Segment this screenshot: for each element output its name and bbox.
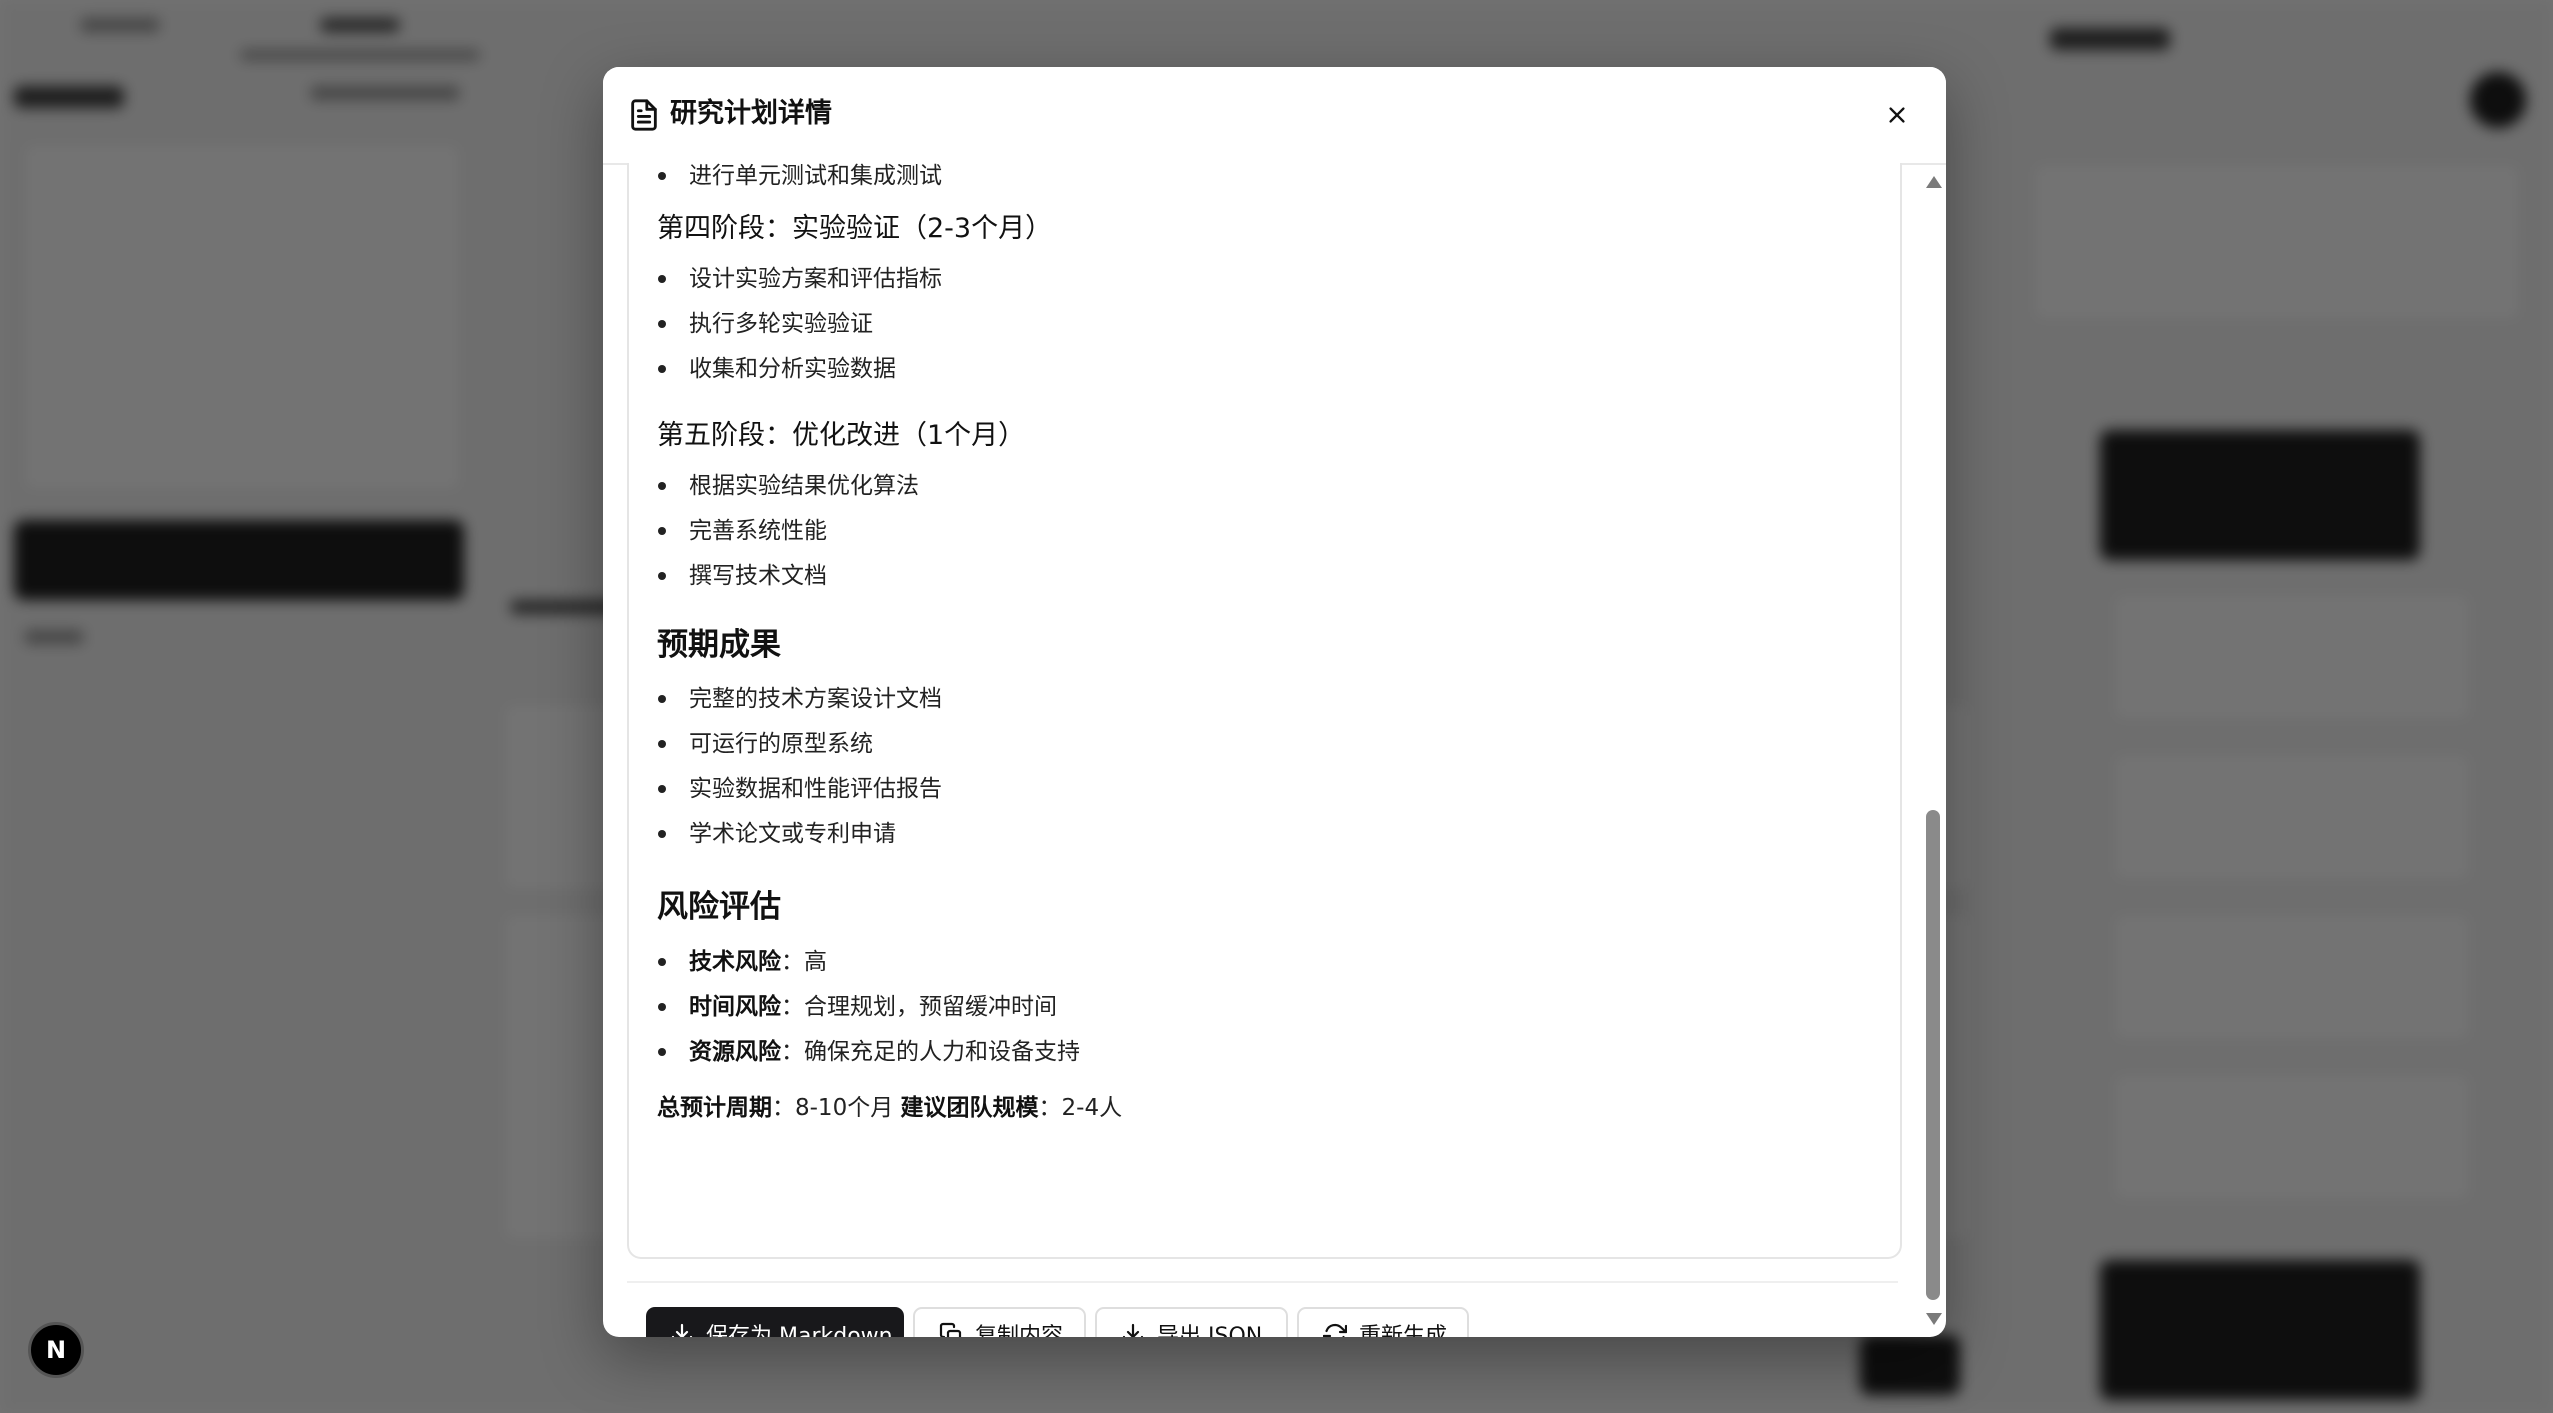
list-item: 时间风险：合理规划，预留缓冲时间	[658, 991, 1057, 1023]
list-item-text: 完善系统性能	[689, 518, 827, 544]
copy-content-button[interactable]: 复制内容	[913, 1307, 1086, 1337]
risk-value: ：确保充足的人力和设备支持	[781, 1039, 1080, 1065]
list-item: 完整的技术方案设计文档	[658, 683, 942, 715]
list-item-text: 设计实验方案和评估指标	[689, 266, 942, 292]
list-item: 实验数据和性能评估报告	[658, 773, 942, 805]
bullet	[658, 527, 666, 535]
list-item-text: 完整的技术方案设计文档	[689, 686, 942, 712]
modal-header: 研究计划详情	[603, 67, 1946, 165]
bullet	[658, 695, 666, 703]
document-icon	[631, 99, 657, 131]
research-plan-modal: 研究计划详情 进行单元测试和集成测试 第四阶段：实验验证（2-3个月） 设计实验…	[603, 67, 1946, 1337]
outcomes-heading: 预期成果	[657, 627, 781, 663]
nextjs-logo-icon: N	[45, 1336, 67, 1364]
bullet	[658, 740, 666, 748]
list-item: 根据实验结果优化算法	[658, 470, 919, 502]
bullet	[658, 830, 666, 838]
period-value: ：8-10个月	[772, 1095, 901, 1121]
close-icon	[1889, 107, 1905, 123]
list-item: 设计实验方案和评估指标	[658, 263, 942, 295]
risk-value: ：高	[781, 949, 827, 975]
bullet	[658, 572, 666, 580]
list-item-text: 根据实验结果优化算法	[689, 473, 919, 499]
plan-content: 进行单元测试和集成测试 第四阶段：实验验证（2-3个月） 设计实验方案和评估指标…	[627, 163, 1902, 1259]
plan-summary: 总预计周期：8-10个月 建议团队规模：2-4人	[657, 1092, 1122, 1124]
copy-icon	[939, 1322, 962, 1337]
download-icon	[671, 1323, 693, 1337]
team-value: ：2-4人	[1038, 1095, 1123, 1121]
bullet	[658, 482, 666, 490]
export-json-label: 导出 JSON	[1157, 1324, 1263, 1337]
scroll-down-arrow-icon[interactable]	[1926, 1313, 1942, 1325]
list-item: 可运行的原型系统	[658, 728, 873, 760]
period-label: 总预计周期	[657, 1095, 772, 1121]
bullet	[658, 275, 666, 283]
list-item: 技术风险：高	[658, 946, 827, 978]
footer-divider	[627, 1281, 1898, 1283]
bullet	[658, 172, 666, 180]
list-item-text: 收集和分析实验数据	[689, 356, 896, 382]
scroll-up-arrow-icon[interactable]	[1926, 176, 1942, 188]
team-label: 建议团队规模	[900, 1095, 1039, 1121]
scrollbar[interactable]	[1920, 170, 1946, 1337]
save-markdown-button[interactable]: 保存为 Markdown	[646, 1307, 904, 1337]
regenerate-label: 重新生成	[1359, 1324, 1448, 1337]
scrollbar-thumb[interactable]	[1926, 810, 1940, 1300]
download-icon	[1122, 1323, 1144, 1337]
list-item: 执行多轮实验验证	[658, 308, 873, 340]
list-item: 撰写技术文档	[658, 560, 827, 592]
close-button[interactable]	[1879, 97, 1915, 133]
list-item-text: 执行多轮实验验证	[689, 311, 873, 337]
list-item: 收集和分析实验数据	[658, 353, 896, 385]
risk-label: 时间风险	[689, 994, 781, 1020]
risk-value: ：合理规划，预留缓冲时间	[781, 994, 1057, 1020]
bullet	[658, 365, 666, 373]
bullet	[658, 1048, 666, 1056]
refresh-icon	[1323, 1323, 1347, 1337]
export-json-button[interactable]: 导出 JSON	[1095, 1307, 1288, 1337]
regenerate-button[interactable]: 重新生成	[1297, 1307, 1469, 1337]
list-item-text: 学术论文或专利申请	[689, 821, 896, 847]
risk-label: 技术风险	[689, 949, 781, 975]
list-item-text: 可运行的原型系统	[689, 731, 873, 757]
save-markdown-label: 保存为 Markdown	[706, 1324, 893, 1337]
list-item-text: 实验数据和性能评估报告	[689, 776, 942, 802]
nextjs-badge[interactable]: N	[28, 1322, 84, 1378]
bullet	[658, 785, 666, 793]
list-item: 进行单元测试和集成测试	[658, 163, 942, 192]
list-item: 学术论文或专利申请	[658, 818, 896, 850]
bullet	[658, 1003, 666, 1011]
risk-label: 资源风险	[689, 1039, 781, 1065]
phase5-heading: 第五阶段：优化改进（1个月）	[657, 420, 1026, 451]
copy-content-label: 复制内容	[975, 1324, 1064, 1337]
list-item-text: 进行单元测试和集成测试	[689, 163, 942, 189]
list-item: 资源风险：确保充足的人力和设备支持	[658, 1036, 1080, 1068]
risks-heading: 风险评估	[657, 889, 781, 925]
list-item-text: 撰写技术文档	[689, 563, 827, 589]
bullet	[658, 958, 666, 966]
bullet	[658, 320, 666, 328]
phase4-heading: 第四阶段：实验验证（2-3个月）	[657, 213, 1053, 244]
modal-title: 研究计划详情	[670, 98, 832, 129]
list-item: 完善系统性能	[658, 515, 827, 547]
